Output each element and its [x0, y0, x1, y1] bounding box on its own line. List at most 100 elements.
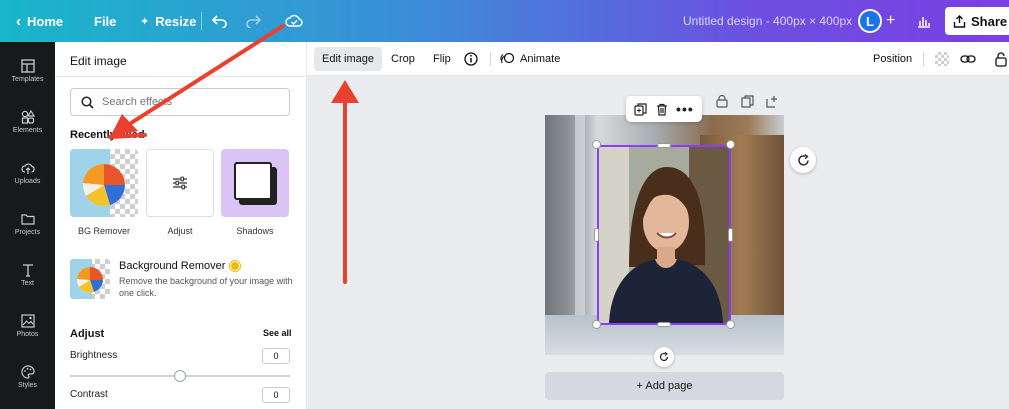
position-button[interactable]: Position: [873, 47, 912, 71]
plus-icon: +: [886, 12, 896, 29]
rail-label: Photos: [16, 331, 39, 338]
context-toolbar: Edit image Crop Flip Animate Position: [307, 42, 1009, 76]
add-page-icon[interactable]: [766, 95, 779, 108]
rotate-icon: [659, 352, 669, 362]
home-label: Home: [27, 13, 64, 29]
shadows-thumb[interactable]: [221, 149, 289, 217]
adjust-section-title: Adjust: [70, 328, 105, 340]
redo-icon: [246, 15, 261, 28]
edit-image-button[interactable]: Edit image: [314, 47, 382, 71]
see-all-link[interactable]: See all: [263, 328, 292, 338]
brightness-slider-knob[interactable]: [174, 370, 186, 382]
rail-label: Uploads: [14, 178, 41, 185]
resize-label: Resize: [155, 13, 197, 29]
transparency-icon: [935, 52, 949, 66]
file-label: File: [94, 13, 117, 29]
transparency-button[interactable]: [935, 47, 949, 71]
resize-handle-bottom-left[interactable]: [592, 320, 601, 329]
rail-item-projects[interactable]: Projects: [0, 199, 55, 249]
page-lock-icon[interactable]: [716, 95, 728, 108]
bg-remover-row-title[interactable]: Background Remover: [119, 260, 241, 272]
info-button[interactable]: [464, 47, 478, 71]
element-context-menu: •••: [626, 96, 702, 122]
redo-button[interactable]: [245, 0, 261, 42]
rail-item-text[interactable]: Text: [0, 250, 55, 300]
resize-button[interactable]: ✦ Resize: [140, 0, 196, 42]
rail-label: Elements: [12, 127, 43, 134]
brightness-label: Brightness: [70, 350, 118, 361]
brightness-value-input[interactable]: 0: [262, 348, 290, 364]
bg-remover-thumb[interactable]: [70, 149, 138, 217]
resize-handle-left[interactable]: [594, 228, 599, 242]
trash-icon[interactable]: [656, 103, 668, 116]
rail-item-styles[interactable]: Styles: [0, 352, 55, 402]
cloud-save-button[interactable]: [285, 0, 303, 42]
rail-item-templates[interactable]: Templates: [0, 46, 55, 96]
rail-item-photos[interactable]: Photos: [0, 301, 55, 351]
add-page-button[interactable]: + Add page: [545, 372, 784, 400]
panel-divider: [55, 76, 307, 77]
share-label: Share: [971, 13, 1008, 29]
design-title[interactable]: Untitled design - 400px × 400px: [683, 0, 852, 42]
resize-handle-top[interactable]: [657, 143, 671, 148]
cloud-upload-icon: [20, 163, 35, 174]
folder-icon: [20, 214, 35, 225]
search-input[interactable]: [102, 96, 272, 108]
add-page-label: + Add page: [636, 380, 693, 392]
beach-ball-image: [70, 149, 125, 217]
beach-ball-small-image: [70, 259, 103, 299]
elements-icon: [21, 110, 35, 124]
rail-item-uploads[interactable]: Uploads: [0, 148, 55, 198]
resize-handle-top-left[interactable]: [592, 140, 601, 149]
bg-remover-description: Remove the background of your image with…: [119, 276, 293, 298]
resize-handle-top-right[interactable]: [726, 140, 735, 149]
resize-handle-right[interactable]: [728, 228, 733, 242]
rotate-button[interactable]: [654, 347, 674, 367]
rail-label: Styles: [17, 382, 38, 389]
flip-button[interactable]: Flip: [433, 47, 451, 71]
edit-image-label: Edit image: [322, 53, 374, 65]
edit-image-panel: Edit image Recently used BG Remover Adju…: [55, 42, 307, 409]
add-collaborator-button[interactable]: +: [886, 0, 895, 42]
pro-crown-icon: [230, 261, 241, 271]
animate-button[interactable]: Animate: [500, 47, 560, 71]
templates-icon: [20, 59, 35, 73]
insights-button[interactable]: [917, 0, 931, 42]
bar-chart-icon: [918, 16, 930, 28]
sliders-icon: [173, 176, 187, 190]
bg-remover-row-thumb[interactable]: [70, 259, 110, 299]
rail-label: Templates: [11, 76, 44, 83]
file-menu[interactable]: File: [94, 0, 116, 42]
rail-item-elements[interactable]: Elements: [0, 97, 55, 147]
regenerate-button[interactable]: [790, 147, 816, 173]
undo-icon: [212, 15, 227, 28]
search-icon: [81, 95, 94, 109]
account-avatar[interactable]: L: [858, 0, 882, 42]
search-effects-field[interactable]: [70, 88, 290, 116]
refresh-icon: [797, 153, 809, 166]
home-button[interactable]: ‹ Home: [16, 0, 63, 42]
adjust-thumb[interactable]: [146, 149, 214, 217]
link-icon: [960, 55, 976, 63]
contrast-value-input[interactable]: 0: [262, 387, 290, 403]
panel-title: Edit image: [70, 54, 127, 68]
avatar: L: [858, 9, 882, 33]
undo-button[interactable]: [212, 0, 228, 42]
link-button[interactable]: [960, 47, 976, 71]
lock-button[interactable]: [995, 47, 1007, 71]
resize-handle-bottom-right[interactable]: [726, 320, 735, 329]
copy-style-icon[interactable]: [634, 102, 647, 116]
more-options-icon[interactable]: •••: [676, 101, 694, 117]
contrast-label: Contrast: [70, 389, 108, 400]
photo-icon: [20, 314, 35, 328]
crop-button[interactable]: Crop: [391, 47, 415, 71]
bg-remover-title-text: Background Remover: [119, 260, 226, 272]
resize-handle-bottom[interactable]: [657, 322, 671, 327]
animate-icon: [500, 52, 515, 64]
top-bar: ‹ Home File ✦ Resize Untitled design - 4…: [0, 0, 1009, 42]
share-button[interactable]: Share: [945, 7, 1009, 35]
duplicate-page-icon[interactable]: [741, 95, 754, 108]
selected-photo[interactable]: [597, 145, 731, 325]
palette-icon: [20, 365, 35, 379]
lock-icon: [995, 51, 1007, 67]
